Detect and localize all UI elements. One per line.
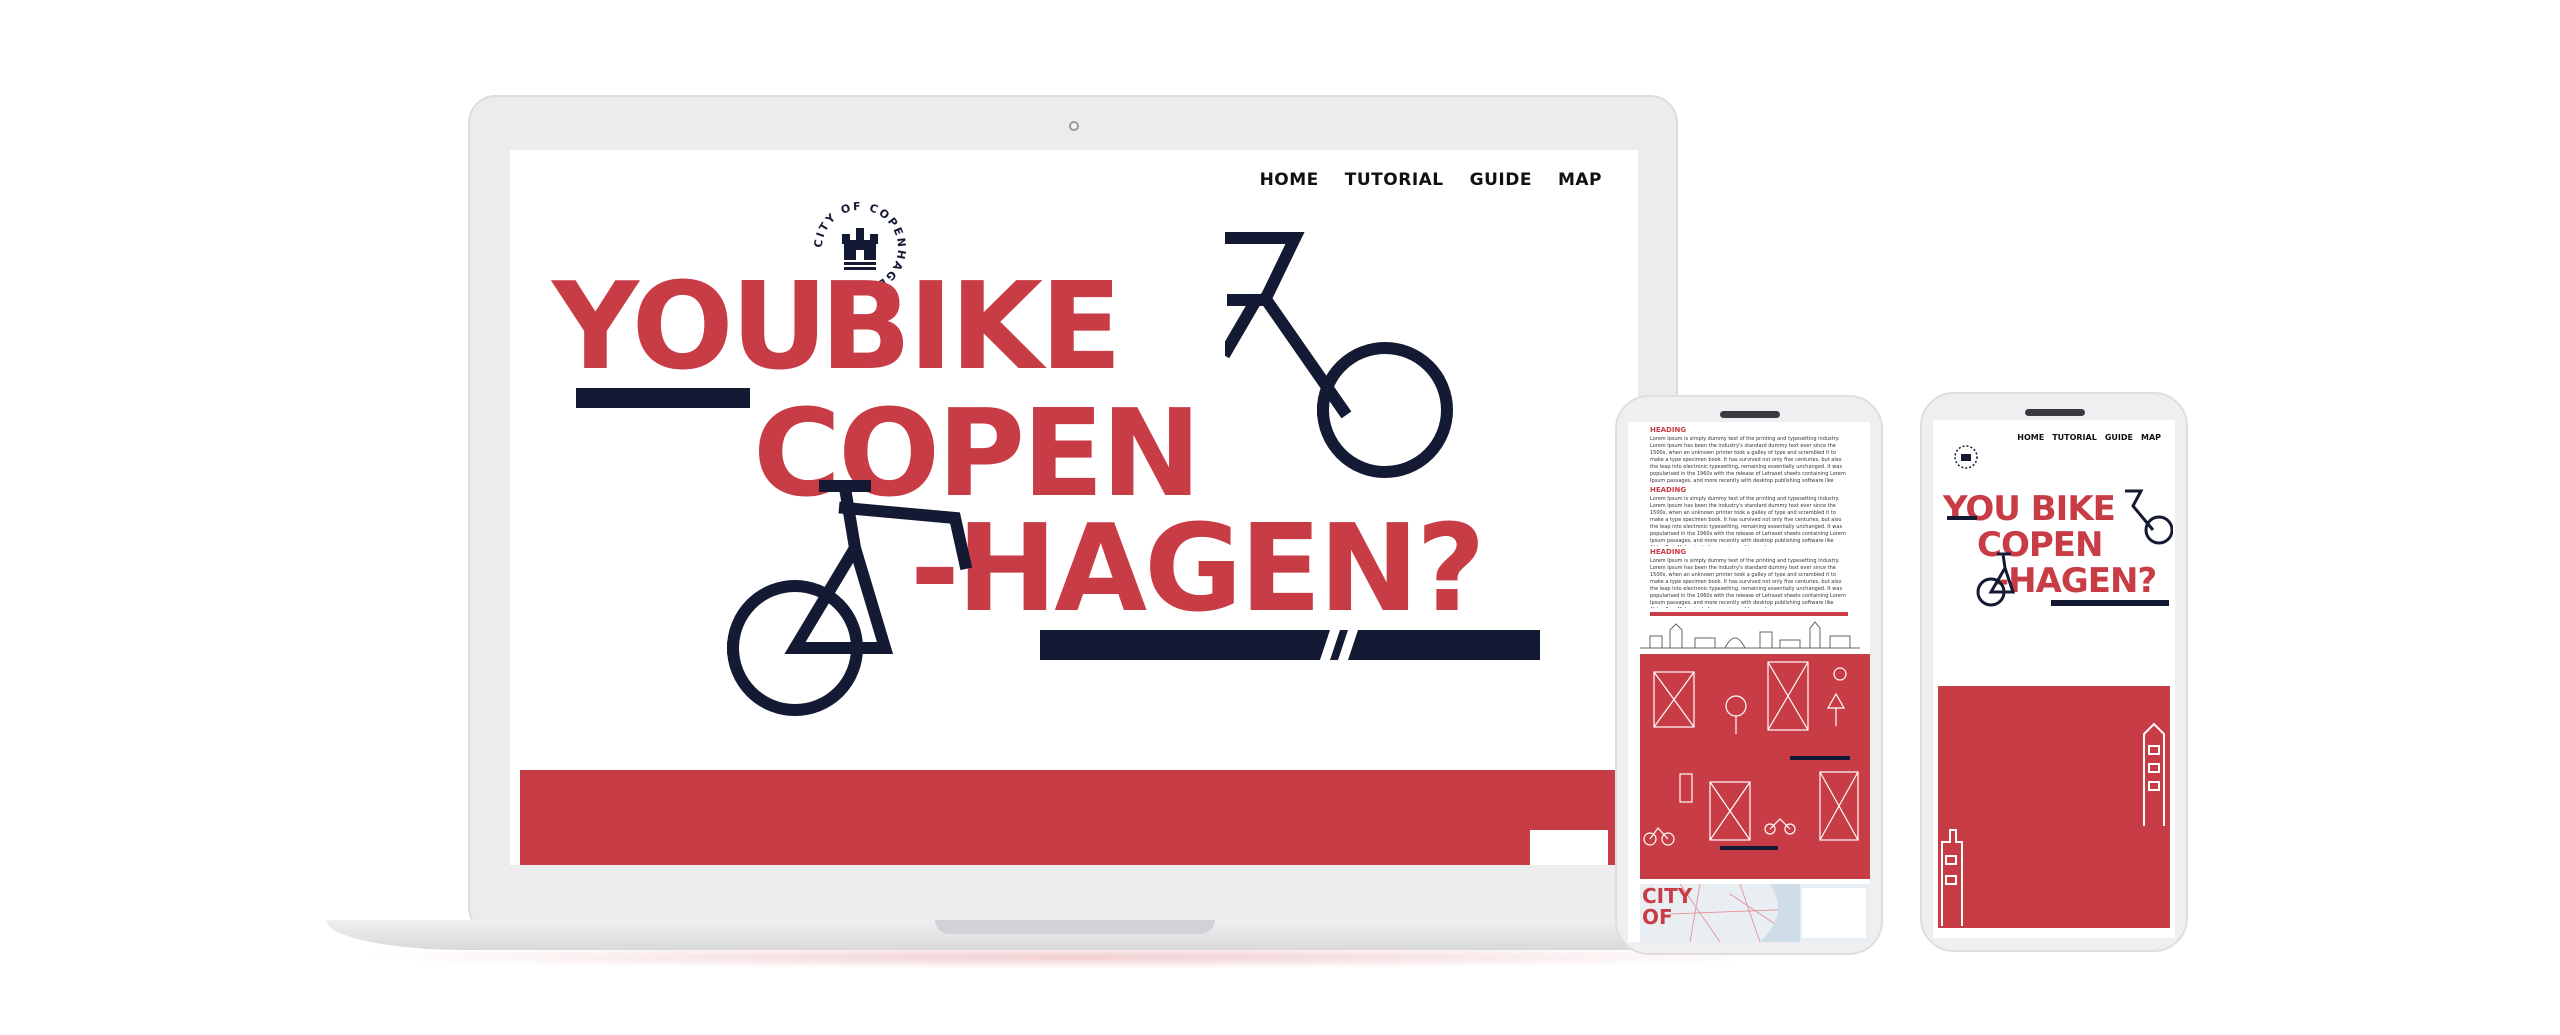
section-body-1: Lorem Ipsum is simply dummy text of the … bbox=[1650, 436, 1846, 484]
mobile-seal-logo bbox=[1954, 445, 1978, 469]
main-nav: HOME TUTORIAL GUIDE MAP bbox=[1260, 170, 1602, 190]
section-body-3: Lorem Ipsum is simply dummy text of the … bbox=[1650, 558, 1846, 608]
map-title-line1: CITY bbox=[1642, 884, 1693, 908]
bicycle-top-icon bbox=[1225, 232, 1454, 478]
nav-map[interactable]: MAP bbox=[1558, 170, 1602, 190]
laptop-camera bbox=[1069, 121, 1079, 131]
mobile-accent-bar-bottom bbox=[2051, 600, 2169, 606]
skyline-illustration bbox=[1640, 621, 1860, 649]
section-body-2: Lorem Ipsum is simply dummy text of the … bbox=[1650, 496, 1846, 546]
accent-bar-bottom bbox=[1040, 630, 1540, 660]
hero-word-bike: BIKE bbox=[820, 258, 1122, 397]
phone-right-speaker bbox=[2025, 409, 2085, 416]
illustration-panel bbox=[1640, 654, 1870, 879]
nav-tutorial[interactable]: TUTORIAL bbox=[1345, 170, 1444, 190]
divider bbox=[1650, 612, 1848, 616]
bicycle-bottom-icon bbox=[726, 480, 973, 716]
mobile-hero-line1: YOU BIKE bbox=[1943, 489, 2116, 529]
placeholder-images bbox=[1643, 661, 1859, 850]
section-heading-2: HEADING bbox=[1650, 486, 1687, 494]
mobile-bicycle-bottom-icon bbox=[1976, 552, 2016, 607]
mobile-bicycle-top-icon bbox=[2125, 489, 2173, 545]
building-icon bbox=[2143, 722, 2165, 826]
mobile-nav-map[interactable]: MAP bbox=[2141, 433, 2161, 442]
laptop-base-notch bbox=[935, 920, 1215, 934]
mobile-nav: HOME TUTORIAL GUIDE MAP bbox=[2017, 433, 2161, 442]
hero-word-hagen: -HAGEN? bbox=[910, 500, 1486, 639]
map-preview[interactable]: CITY OF bbox=[1640, 883, 1870, 942]
mobile-red-panel bbox=[1938, 686, 2170, 928]
band-corner bbox=[1530, 830, 1608, 865]
mobile-nav-tutorial[interactable]: TUTORIAL bbox=[2052, 433, 2097, 442]
mobile-nav-home[interactable]: HOME bbox=[2017, 433, 2044, 442]
hero-red-band bbox=[520, 770, 1628, 865]
phone-left-screen: HEADING Lorem Ipsum is simply dummy text… bbox=[1628, 422, 1870, 942]
tower-icon bbox=[1941, 829, 1963, 926]
mobile-accent-bar-left bbox=[1947, 516, 1977, 520]
mobile-nav-guide[interactable]: GUIDE bbox=[2105, 433, 2133, 442]
map-title-line2: OF bbox=[1642, 905, 1673, 929]
section-heading-3: HEADING bbox=[1650, 548, 1687, 556]
laptop-screen: HOME TUTORIAL GUIDE MAP CITY OF COPENHAG… bbox=[510, 150, 1638, 865]
phone-left-speaker bbox=[1720, 411, 1780, 418]
nav-home[interactable]: HOME bbox=[1260, 170, 1319, 190]
phone-right-screen: HOME TUTORIAL GUIDE MAP YOU BIKE COPEN -… bbox=[1933, 420, 2175, 938]
section-heading-1: HEADING bbox=[1650, 426, 1687, 434]
map-legend bbox=[1802, 888, 1866, 938]
accent-bar-left bbox=[576, 388, 750, 408]
nav-guide[interactable]: GUIDE bbox=[1470, 170, 1532, 190]
hero-word-you: YOU bbox=[552, 258, 828, 397]
